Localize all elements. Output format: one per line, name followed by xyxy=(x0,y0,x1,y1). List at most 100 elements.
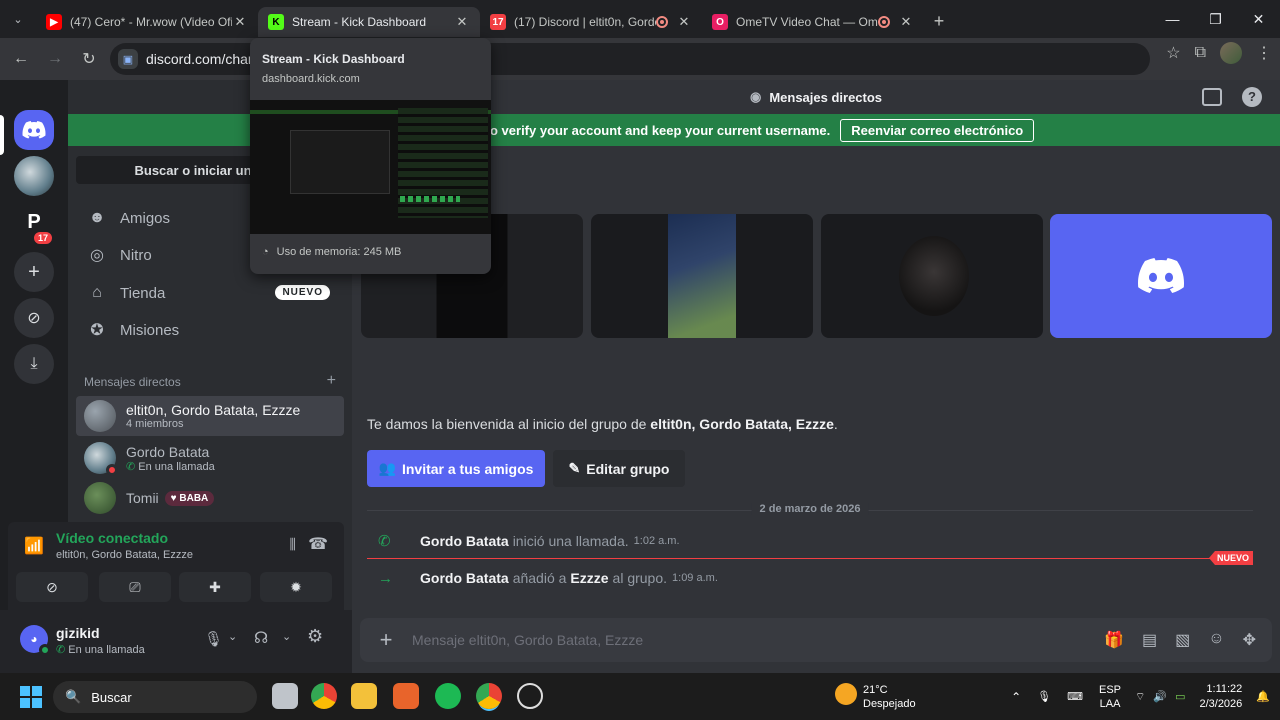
message-actor[interactable]: Gordo Batata xyxy=(420,533,509,549)
tab-youtube[interactable]: ▶ (47) Cero* - Mr.wow (Video Ofi ✕ xyxy=(36,7,258,37)
phone-icon: ✆ xyxy=(378,533,391,550)
download-icon[interactable]: ⤓ xyxy=(14,344,54,384)
nav-quests[interactable]: ✪ Misiones xyxy=(76,313,344,347)
settings-gear-icon[interactable]: ⚙ xyxy=(307,626,323,647)
tab-kick[interactable]: K Stream - Kick Dashboard ✕ xyxy=(258,7,480,37)
activities-button[interactable]: ✚ xyxy=(179,572,251,602)
tray-expand-icon[interactable]: ⌃ xyxy=(1011,690,1021,704)
server-avatar[interactable] xyxy=(14,156,54,196)
reload-icon[interactable]: ↻ xyxy=(72,42,106,76)
new-tab-button[interactable]: + xyxy=(924,6,954,36)
profile-avatar[interactable] xyxy=(1220,42,1242,64)
soundboard-icon[interactable]: ⫼ xyxy=(290,536,296,553)
composer-placeholder: Mensaje eltit0n, Gordo Batata, Ezzze xyxy=(412,632,644,648)
new-badge: NUEVO xyxy=(275,285,330,300)
task-view-icon[interactable] xyxy=(272,683,298,709)
spotify-icon[interactable] xyxy=(435,683,461,709)
dm-item-tomii[interactable]: Tomii ♥ BABA xyxy=(76,478,344,518)
chrome-active-icon[interactable] xyxy=(476,683,502,709)
volume-icon[interactable]: 🔊 xyxy=(1153,690,1167,703)
emoji-icon[interactable]: ☺ xyxy=(1208,630,1224,650)
notifications-icon[interactable]: 🔔 xyxy=(1256,690,1270,703)
video-tile[interactable] xyxy=(591,214,813,338)
message-target[interactable]: Ezzze xyxy=(570,570,608,586)
weather-sun-icon[interactable] xyxy=(835,683,857,705)
arrow-right-icon: → xyxy=(378,569,393,587)
back-icon[interactable]: ← xyxy=(4,42,38,76)
close-icon[interactable]: ✕ xyxy=(454,14,470,30)
minimize-icon[interactable]: — xyxy=(1151,0,1194,38)
close-icon[interactable]: ✕ xyxy=(232,14,248,30)
close-window-icon[interactable]: ✕ xyxy=(1237,0,1280,38)
discord-home-icon[interactable] xyxy=(14,110,54,150)
microphone-icon[interactable]: 🎙 xyxy=(204,630,223,648)
server-p-icon[interactable]: P 17 xyxy=(14,202,55,246)
user-avatar xyxy=(84,482,116,514)
edit-group-button[interactable]: ✎ Editar grupo xyxy=(553,450,685,487)
sticker-icon[interactable]: ▧ xyxy=(1175,630,1190,650)
help-icon[interactable]: ? xyxy=(1242,87,1262,107)
dm-item-gordo[interactable]: Gordo Batata ✆ En una llamada xyxy=(76,438,344,478)
maximize-icon[interactable]: ❐ xyxy=(1194,0,1237,38)
video-tile-self[interactable] xyxy=(1050,214,1272,338)
clock-date: 2/3/2026 xyxy=(1199,697,1243,710)
close-icon[interactable]: ✕ xyxy=(898,14,914,30)
dm-item-group[interactable]: eltit0n, Gordo Batata, Ezzze 4 miembros xyxy=(76,396,344,436)
create-dm-icon[interactable]: + xyxy=(327,372,336,390)
tab-title: (47) Cero* - Mr.wow (Video Ofi xyxy=(70,15,232,29)
tab-search-button[interactable]: ⌄ xyxy=(0,0,36,38)
date-label: 2 de marzo de 2026 xyxy=(751,503,869,515)
taskbar-search[interactable]: 🔍 Buscar xyxy=(53,681,257,713)
camera-off-button[interactable]: ⊘ xyxy=(16,572,88,602)
bookmark-star-icon[interactable]: ☆ xyxy=(1166,43,1180,63)
message-text: inició una llamada. xyxy=(512,533,629,549)
group-avatar xyxy=(84,400,116,432)
message-actor[interactable]: Gordo Batata xyxy=(420,570,509,586)
edit-label: Editar grupo xyxy=(586,460,670,477)
invite-friends-button[interactable]: 👥 Invitar a tus amigos xyxy=(367,450,545,487)
app-icon[interactable] xyxy=(393,683,419,709)
disconnect-icon[interactable]: ☎ xyxy=(308,534,328,554)
site-info-icon[interactable]: ▣ xyxy=(118,49,138,69)
add-server-icon[interactable]: + xyxy=(14,252,54,292)
forward-icon[interactable]: → xyxy=(38,42,72,76)
chevron-down-icon[interactable]: ⌄ xyxy=(282,630,291,643)
wifi-icon[interactable]: ⌔ xyxy=(1135,690,1145,704)
menu-icon[interactable]: ⋮ xyxy=(1256,43,1272,63)
nav-shop[interactable]: ⌂ Tienda NUEVO xyxy=(76,276,344,310)
obs-icon[interactable] xyxy=(517,683,543,709)
clock[interactable]: 1:11:22 2/3/2026 xyxy=(1199,682,1242,712)
tab-ometv[interactable]: O OmeTV Video Chat — Ome ✕ xyxy=(702,7,924,37)
message-text: añadió a xyxy=(512,570,567,586)
voice-status[interactable]: Vídeo conectado xyxy=(56,530,168,546)
screen-share-button[interactable]: ⎚ xyxy=(99,572,171,602)
inbox-icon[interactable] xyxy=(1202,88,1222,106)
gift-icon[interactable]: 🎁 xyxy=(1104,630,1124,650)
discover-icon[interactable]: ⊘ xyxy=(14,298,54,338)
chrome-icon[interactable] xyxy=(311,683,337,709)
message-composer[interactable]: + Mensaje eltit0n, Gordo Batata, Ezzze 🎁… xyxy=(360,618,1272,662)
extensions-icon[interactable]: ⧉ xyxy=(1195,44,1206,62)
welcome-group: eltit0n, Gordo Batata, Ezzze xyxy=(650,416,834,432)
video-tile[interactable] xyxy=(821,214,1043,338)
keyboard-icon[interactable]: ⌨ xyxy=(1067,690,1083,703)
chevron-down-icon[interactable]: ⌄ xyxy=(228,630,237,643)
address-text: discord.com/chan xyxy=(146,51,256,67)
tab-title: Stream - Kick Dashboard xyxy=(292,15,427,29)
lang-code: ESP xyxy=(1099,683,1122,696)
gif-icon[interactable]: ▤ xyxy=(1142,630,1157,650)
dnd-status-icon xyxy=(106,464,118,476)
apps-icon[interactable]: ✥ xyxy=(1243,630,1256,650)
battery-icon[interactable]: ▭ xyxy=(1175,690,1185,703)
soundboard-button[interactable]: ✹ xyxy=(260,572,332,602)
headphones-icon[interactable]: ☊ xyxy=(254,628,268,648)
windows-start-icon[interactable] xyxy=(20,686,42,708)
language-indicator[interactable]: ESP LAA xyxy=(1099,683,1121,711)
file-explorer-icon[interactable] xyxy=(351,683,377,709)
close-icon[interactable]: ✕ xyxy=(676,14,692,30)
user-avatar[interactable]: ◕ xyxy=(20,625,51,656)
resend-email-button[interactable]: Reenviar correo electrónico xyxy=(840,118,1035,142)
microphone-tray-icon[interactable]: 🎙 xyxy=(1037,690,1051,703)
tab-discord[interactable]: 17 (17) Discord | eltit0n, Gordo ✕ xyxy=(480,7,702,37)
attach-plus-icon[interactable]: + xyxy=(360,627,412,653)
